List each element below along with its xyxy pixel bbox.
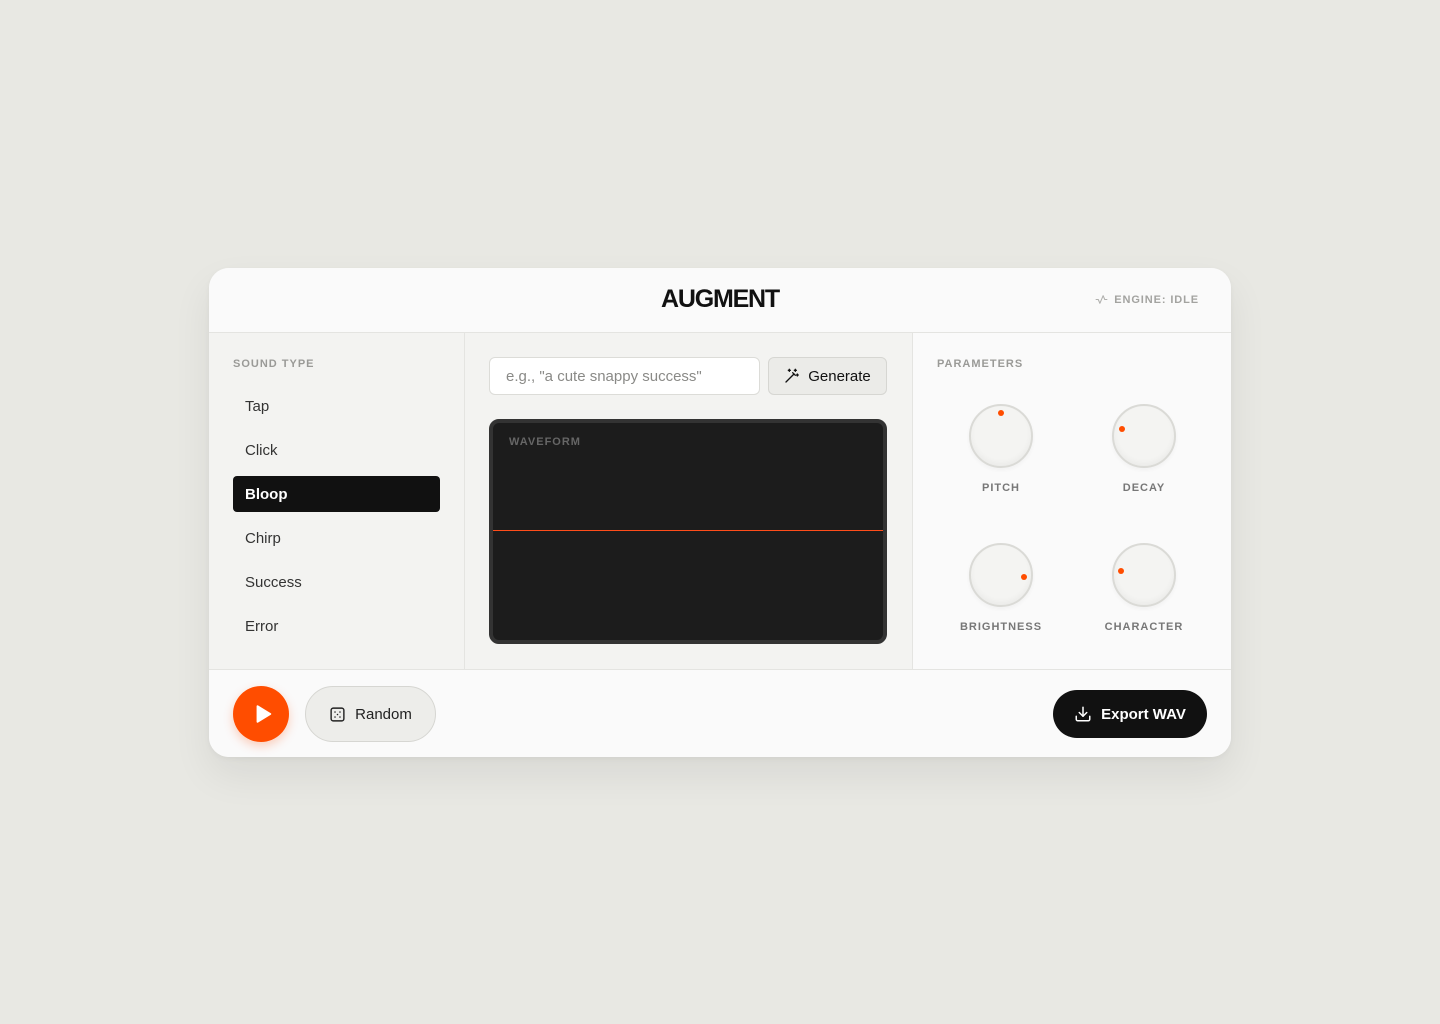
footer: Random Export WAV <box>209 669 1231 757</box>
brightness-label: BRIGHTNESS <box>959 621 1043 633</box>
knob-indicator <box>998 410 1004 416</box>
engine-status-text: ENGINE: IDLE <box>1114 293 1199 306</box>
pitch-label: PITCH <box>982 482 1020 494</box>
sound-item-tap[interactable]: Tap <box>233 388 440 424</box>
pitch-control: PITCH <box>941 404 1061 494</box>
decay-knob[interactable] <box>1112 404 1176 468</box>
character-label: CHARACTER <box>1104 621 1184 633</box>
download-icon <box>1075 706 1091 722</box>
sound-item-chirp[interactable]: Chirp <box>233 520 440 556</box>
knob-indicator <box>1119 426 1126 433</box>
decay-label: DECAY <box>1122 482 1166 494</box>
activity-icon <box>1095 295 1108 304</box>
parameters-panel: PARAMETERS PITCH DECAY BRIGHTNESS CHARAC… <box>912 333 1231 669</box>
synth-card: AUGMENT ENGINE: IDLE SOUND TYPE Tap Clic… <box>209 268 1231 757</box>
play-icon <box>256 705 271 723</box>
sound-item-bloop[interactable]: Bloop <box>233 476 440 512</box>
sound-item-success[interactable]: Success <box>233 564 440 600</box>
export-wav-label: Export WAV <box>1101 705 1186 723</box>
generate-button-label: Generate <box>808 367 871 385</box>
random-button[interactable]: Random <box>305 686 436 742</box>
play-button[interactable] <box>233 686 289 742</box>
export-wav-button[interactable]: Export WAV <box>1053 690 1207 738</box>
decay-control: DECAY <box>1084 404 1204 494</box>
prompt-input[interactable] <box>489 357 760 395</box>
brightness-control: BRIGHTNESS <box>941 543 1061 633</box>
sound-item-click[interactable]: Click <box>233 432 440 468</box>
random-button-label: Random <box>355 705 412 723</box>
character-knob[interactable] <box>1112 543 1176 607</box>
waveform-display: WAVEFORM <box>489 419 887 644</box>
sound-type-list: Tap Click Bloop Chirp Success Error <box>233 388 440 652</box>
generator-panel: Generate WAVEFORM <box>465 333 912 669</box>
waveform-label: WAVEFORM <box>509 436 581 448</box>
dice-icon <box>330 706 345 722</box>
sound-type-panel: SOUND TYPE Tap Click Bloop Chirp Success… <box>209 333 465 669</box>
waveform-trace <box>493 530 883 531</box>
app-title: AUGMENT <box>661 285 780 313</box>
magic-wand-icon <box>785 368 800 383</box>
engine-status: ENGINE: IDLE <box>1095 293 1199 306</box>
brightness-knob[interactable] <box>969 543 1033 607</box>
header: AUGMENT ENGINE: IDLE <box>209 268 1231 333</box>
pitch-knob[interactable] <box>969 404 1033 468</box>
knob-indicator <box>1118 568 1125 575</box>
knob-indicator <box>1020 573 1027 580</box>
character-control: CHARACTER <box>1084 543 1204 633</box>
sound-item-error[interactable]: Error <box>233 608 440 644</box>
parameters-label: PARAMETERS <box>937 358 1024 370</box>
generate-button[interactable]: Generate <box>768 357 887 395</box>
sound-type-label: SOUND TYPE <box>233 358 315 370</box>
